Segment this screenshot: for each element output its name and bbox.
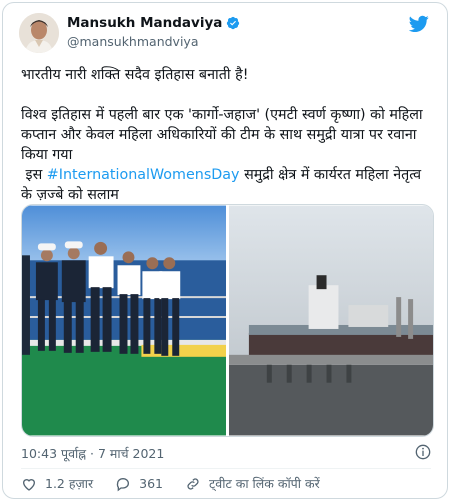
- tweet-timestamp[interactable]: 10:43 पूर्वाह्न · 7 मार्च 2021: [21, 445, 164, 462]
- like-button[interactable]: 1.2 हज़ार: [21, 475, 93, 492]
- tweet-para3-prefix: इस: [21, 167, 47, 183]
- info-icon[interactable]: [415, 444, 431, 460]
- reply-icon: [116, 477, 130, 491]
- author-name[interactable]: Mansukh Mandaviya: [67, 15, 222, 31]
- tweet-media[interactable]: [21, 204, 434, 437]
- author-handle[interactable]: @mansukhmandviya: [67, 34, 198, 49]
- tweet-text: भारतीय नारी शक्ति सदैव इतिहास बनाती है! …: [21, 65, 436, 205]
- photo-women-officers[interactable]: [22, 205, 226, 436]
- twitter-bird-icon[interactable]: [409, 15, 429, 33]
- copy-link-button[interactable]: ट्वीट का लिंक कॉपी करें: [185, 475, 320, 492]
- photo-cargo-ship[interactable]: [229, 205, 433, 436]
- like-count: 1.2 हज़ार: [45, 476, 94, 491]
- verified-badge-icon: [227, 16, 240, 30]
- reply-button[interactable]: 361: [115, 476, 163, 492]
- reply-count: 361: [139, 476, 163, 491]
- tweet-actions: 1.2 हज़ार 361 ट्वीट का लिंक कॉपी करें: [21, 475, 342, 492]
- hashtag-link[interactable]: #InternationalWomensDay: [47, 167, 240, 183]
- tweet-paragraph-3: इस #InternationalWomensDay समुद्री क्षेत…: [21, 165, 436, 205]
- tweet-paragraph-2: विश्व इतिहास में पहली बार एक 'कार्गो-जहा…: [21, 107, 423, 163]
- action-divider: [21, 468, 431, 469]
- heart-icon: [22, 478, 36, 491]
- link-icon: [187, 477, 199, 490]
- author-avatar[interactable]: [19, 13, 59, 53]
- copy-link-label: ट्वीट का लिंक कॉपी करें: [208, 476, 320, 491]
- tweet-line-1: भारतीय नारी शक्ति सदैव इतिहास बनाती है!: [21, 67, 249, 83]
- tweet-card[interactable]: Mansukh Mandaviya @mansukhmandviya भारती…: [2, 2, 448, 499]
